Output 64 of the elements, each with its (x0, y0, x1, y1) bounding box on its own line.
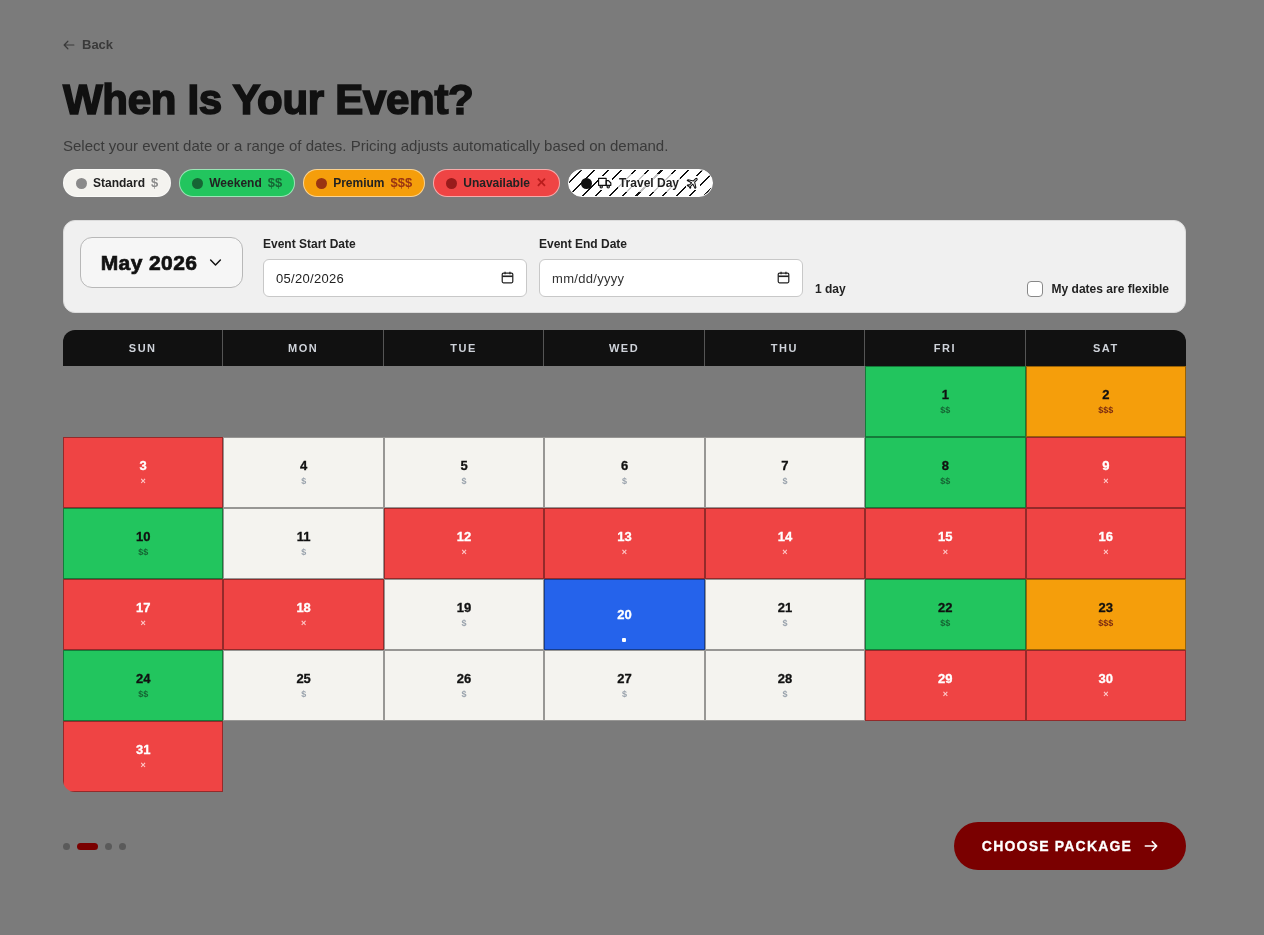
calendar-day[interactable]: 5 $ (383, 437, 545, 508)
calendar-day[interactable]: 29 × (865, 650, 1026, 721)
end-date-label: Event End Date (539, 237, 629, 251)
calendar-day[interactable]: 9 × (1025, 437, 1186, 508)
price-symbol: $$$ (390, 174, 413, 193)
start-date-field[interactable]: 05/20/2026 (263, 259, 527, 297)
calendar-day[interactable]: 18 × (223, 579, 384, 650)
legend-label: Premium (333, 175, 385, 192)
calendar-day[interactable]: 23 $$$ (1025, 579, 1186, 650)
end-date-field[interactable]: mm/dd/yyyy (539, 259, 803, 297)
legend-label: Unavailable (463, 175, 530, 192)
calendar-day[interactable]: 20 (544, 579, 705, 650)
flexible-label: My dates are flexible (1051, 281, 1169, 297)
calendar-day[interactable]: 19 $ (383, 579, 545, 650)
airplane-icon (686, 176, 700, 190)
weekday-label: WED (544, 330, 705, 366)
page-title: When Is Your Event? (63, 76, 475, 124)
calendar-day[interactable]: 24 $$ (63, 650, 224, 721)
weekday-label: THU (704, 330, 866, 366)
calendar-day[interactable]: 15 × (865, 508, 1026, 579)
price-symbol: $$ (267, 174, 283, 193)
weekday-label: TUE (383, 330, 545, 366)
calendar-day[interactable]: 3 × (63, 437, 224, 508)
calendar-day[interactable]: 1 $$ (865, 366, 1026, 437)
calendar-day[interactable]: 8 $$ (865, 437, 1026, 508)
calendar-day[interactable]: 27 $ (544, 650, 705, 721)
calendar-day[interactable]: 25 $ (223, 650, 384, 721)
calendar-icon[interactable] (501, 271, 514, 284)
calendar-day[interactable]: 31 × (63, 721, 224, 792)
calendar-day[interactable]: 30 × (1025, 650, 1186, 721)
flexible-checkbox[interactable] (1026, 281, 1043, 297)
calendar-day[interactable]: 4 $ (223, 437, 384, 508)
calendar-day[interactable]: 26 $ (383, 650, 545, 721)
calendar-day[interactable]: 13 × (544, 508, 705, 579)
calendar-day[interactable]: 16 × (1025, 508, 1186, 579)
weekday-label: SUN (63, 330, 224, 366)
price-symbol: ✕ (535, 174, 547, 193)
calendar-day[interactable]: 11 $ (223, 508, 384, 579)
weekday-label: MON (223, 330, 384, 366)
calendar-icon[interactable] (777, 271, 790, 284)
legend-label: Standard (93, 175, 145, 192)
price-symbol: $ (151, 174, 159, 193)
calendar-day[interactable]: 22 $$ (865, 579, 1026, 650)
legend-label: Weekend (209, 175, 262, 192)
calendar-day[interactable]: 17 × (63, 579, 224, 650)
calendar-day[interactable]: 12 × (383, 508, 545, 579)
arrow-left-icon (63, 38, 75, 51)
page-subtitle: Select your event date or a range of dates. Pricing adjusts automatically based on demand. (63, 136, 670, 156)
calendar-day[interactable]: 10 $$ (63, 508, 224, 579)
chevron-down-icon (209, 256, 223, 269)
calendar-day[interactable]: 21 $ (704, 579, 866, 650)
legend-label: Travel Day (617, 174, 680, 192)
start-date-label: Event Start Date (263, 237, 357, 251)
calendar-day[interactable]: 2 $$$ (1025, 366, 1186, 437)
calendar-day[interactable]: 6 $ (544, 437, 705, 508)
calendar-day[interactable]: 14 × (704, 508, 866, 579)
duration-text: 1 day (815, 281, 846, 297)
arrow-right-icon (1144, 839, 1159, 853)
next-button[interactable]: CHOOSE PACKAGE (954, 822, 1186, 870)
month-picker[interactable]: May 2026 (80, 237, 243, 288)
calendar-day[interactable]: 7 $ (704, 437, 866, 508)
truck-icon (597, 176, 612, 190)
weekday-label: SAT (1091, 340, 1120, 356)
calendar-day[interactable]: 28 $ (704, 650, 866, 721)
